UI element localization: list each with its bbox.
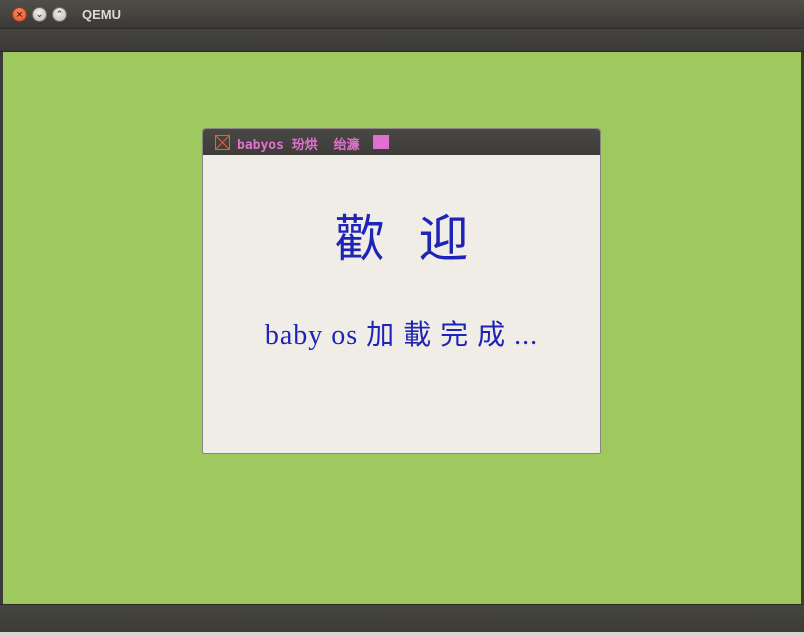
dialog-titlebar[interactable]: babyos 玢烘 绐濂 xyxy=(203,129,600,155)
guest-screen[interactable]: babyos 玢烘 绐濂 歡迎 baby os 加 載 完 成 ... xyxy=(3,52,801,604)
babyos-dialog: babyos 玢烘 绐濂 歡迎 baby os 加 載 完 成 ... xyxy=(202,128,601,454)
text-cursor xyxy=(373,135,389,149)
window-titlebar[interactable]: × ⌄ ⌃ QEMU xyxy=(0,0,804,29)
chevron-down-icon: ⌄ xyxy=(35,10,44,20)
dialog-close-icon[interactable] xyxy=(215,135,230,150)
close-icon: × xyxy=(15,10,24,20)
status-bar-edge xyxy=(0,632,804,636)
status-bar xyxy=(0,604,804,636)
load-complete-message: baby os 加 載 完 成 ... xyxy=(264,320,539,351)
window-minimize-button[interactable]: ⌄ xyxy=(32,7,47,22)
menu-bar xyxy=(0,29,804,52)
welcome-heading: 歡迎 xyxy=(334,210,503,268)
dialog-title: babyos 玢烘 绐濂 xyxy=(237,138,360,153)
window-title: QEMU xyxy=(82,7,121,22)
chevron-up-icon: ⌃ xyxy=(55,10,64,20)
window-maximize-button[interactable]: ⌃ xyxy=(52,7,67,22)
window-close-button[interactable]: × xyxy=(12,7,27,22)
